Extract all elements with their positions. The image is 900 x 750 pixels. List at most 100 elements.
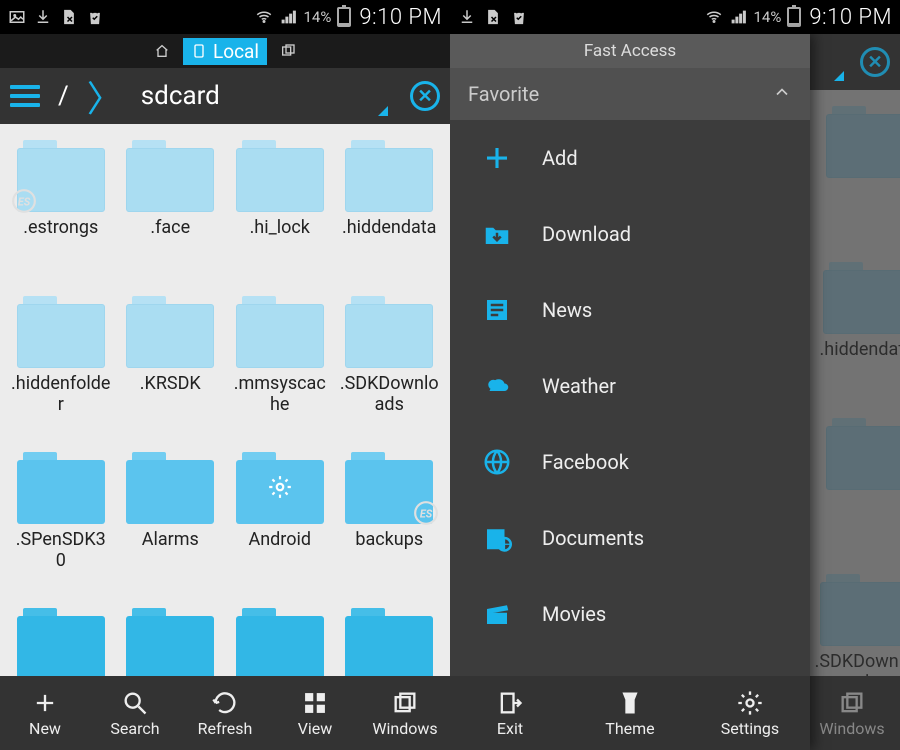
status-bar: 14% 9:10 PM	[450, 0, 900, 34]
folder-item[interactable]: .KRSDK	[116, 290, 226, 440]
theme-button[interactable]: Theme	[570, 676, 690, 750]
wifi-icon	[255, 8, 273, 26]
folder-item[interactable]: Android	[225, 446, 335, 596]
folder-item[interactable]	[225, 602, 335, 676]
folder-label: .hiddenfolder	[11, 374, 111, 415]
fast-access-label: News	[542, 298, 592, 322]
folder-item[interactable]: .hi_lock	[225, 134, 335, 284]
home-icon[interactable]	[151, 40, 173, 62]
wifi-icon	[705, 8, 723, 26]
status-bar: 14% 9:10 PM	[0, 0, 450, 34]
fast-access-facebook[interactable]: Facebook	[450, 424, 810, 500]
view-button[interactable]: View	[270, 676, 360, 750]
folder-item	[826, 412, 900, 562]
toolbar-label: Refresh	[198, 719, 253, 738]
status-clock: 9:10 PM	[809, 5, 892, 30]
fast-access-label: Weather	[542, 374, 616, 398]
folder-item[interactable]: ESbackups	[335, 446, 445, 596]
file-grid: ES.estrongs .face .hi_lock.hiddendata .hidd…	[0, 124, 450, 676]
path-bar: / 〉 sdcard ✕	[0, 68, 450, 124]
folder-label: Android	[248, 530, 311, 551]
fast-access-label: Facebook	[542, 450, 629, 474]
new-button[interactable]: New	[0, 676, 90, 750]
folder-item[interactable]: .mmsyscache	[225, 290, 335, 440]
globe-icon	[480, 445, 514, 479]
folder-label: .mmsyscache	[230, 374, 330, 415]
status-clock: 9:10 PM	[359, 5, 442, 30]
folder-label: .KRSDK	[140, 374, 201, 395]
bottom-toolbar: New Search Refresh View Windows	[0, 676, 450, 750]
exit-button[interactable]: Exit	[450, 676, 570, 750]
es-badge-icon: ES	[413, 500, 439, 526]
news-icon	[480, 293, 514, 327]
refresh-button[interactable]: Refresh	[180, 676, 270, 750]
folder-item[interactable]: .SDKDownloads	[335, 290, 445, 440]
fast-access-label: Documents	[542, 526, 644, 550]
shopping-icon	[510, 8, 528, 26]
toolbar-label: New	[29, 719, 61, 738]
toolbar-label: Exit	[497, 719, 523, 738]
fast-access-movies[interactable]: Movies	[450, 576, 810, 652]
close-icon: ✕	[860, 47, 890, 77]
fast-access-label: Download	[542, 222, 631, 246]
search-button[interactable]: Search	[90, 676, 180, 750]
folder-label: .SDKDownloads	[339, 374, 439, 415]
fast-access-news[interactable]: News	[450, 272, 810, 348]
windows-small-icon[interactable]	[277, 40, 299, 62]
chevron-right-icon: 〉	[87, 70, 123, 122]
windows-button[interactable]: Windows	[360, 676, 450, 750]
battery-percent: 14%	[753, 8, 781, 26]
favorite-section-header[interactable]: Favorite	[450, 68, 810, 120]
settings-button[interactable]: Settings	[690, 676, 810, 750]
movies-icon	[480, 597, 514, 631]
folder-item[interactable]	[116, 602, 226, 676]
folder-item	[826, 100, 900, 250]
fast-access-add[interactable]: Add	[450, 120, 810, 196]
battery-icon	[337, 7, 351, 27]
toolbar-label: Theme	[605, 719, 654, 738]
dropdown-icon[interactable]	[378, 106, 388, 116]
shopping-icon	[86, 8, 104, 26]
doc-x-icon	[60, 8, 78, 26]
folder-item[interactable]: ES.estrongs	[6, 134, 116, 284]
toolbar-label: View	[298, 719, 333, 738]
menu-icon[interactable]	[10, 85, 40, 107]
drawer-title: Fast Access	[450, 34, 810, 68]
folder-item[interactable]: Alarms	[116, 446, 226, 596]
folder-item[interactable]	[6, 602, 116, 676]
favorite-label: Favorite	[468, 82, 539, 106]
local-tab[interactable]: Local	[183, 38, 267, 65]
toolbar-label: Settings	[721, 719, 779, 738]
signal-icon	[279, 8, 297, 26]
battery-icon	[787, 7, 801, 27]
folder-label: .face	[150, 218, 190, 239]
doc-x-icon	[484, 8, 502, 26]
folder-label: Alarms	[142, 530, 199, 551]
toolbar-label: Search	[110, 719, 159, 738]
path-current[interactable]: sdcard	[141, 81, 220, 111]
windows-button: Windows	[812, 676, 892, 750]
path-root[interactable]: /	[58, 81, 69, 111]
folder-item[interactable]: .SPenSDK30	[6, 446, 116, 596]
location-tab-row: Local	[0, 34, 450, 68]
local-tab-label: Local	[213, 40, 259, 63]
documents-icon	[480, 521, 514, 555]
folder-item[interactable]	[335, 602, 445, 676]
download-icon	[480, 217, 514, 251]
dropdown-icon	[834, 71, 844, 81]
folder-label: .SPenSDK30	[11, 530, 111, 571]
folder-item[interactable]: .face	[116, 134, 226, 284]
download-icon	[458, 8, 476, 26]
pane-left: 14% 9:10 PM Local / 〉 sdcard ✕ E	[0, 0, 450, 750]
folder-item[interactable]: .hiddenfolder	[6, 290, 116, 440]
fast-access-documents[interactable]: Documents	[450, 500, 810, 576]
folder-item[interactable]: .hiddendata	[335, 134, 445, 284]
close-icon[interactable]: ✕	[410, 81, 440, 111]
toolbar-label: Windows	[819, 719, 884, 738]
fast-access-label: Movies	[542, 602, 606, 626]
fast-access-weather[interactable]: Weather	[450, 348, 810, 424]
fast-access-download[interactable]: Download	[450, 196, 810, 272]
fast-access-label: Add	[542, 146, 578, 170]
svg-text:ES: ES	[420, 507, 433, 520]
es-badge-icon: ES	[11, 188, 37, 214]
